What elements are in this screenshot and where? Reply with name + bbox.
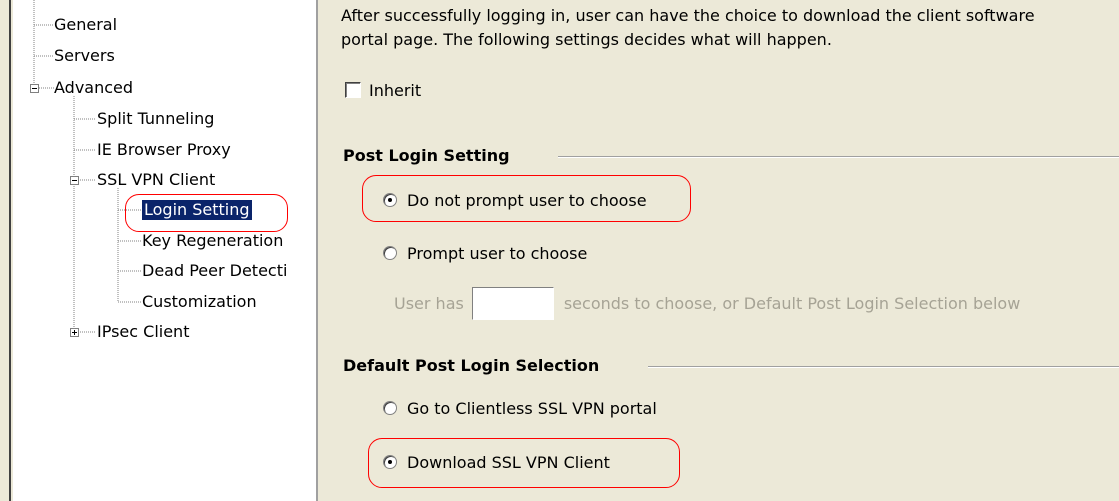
radio-prompt-row[interactable]: Prompt user to choose: [383, 241, 587, 265]
description-line-1: After successfully logging in, user can …: [341, 6, 1035, 25]
tree-item-advanced[interactable]: Advanced: [54, 78, 133, 98]
radio-download-row[interactable]: Download SSL VPN Client: [383, 450, 610, 474]
tree-item-ssl-vpn-client[interactable]: SSL VPN Client: [97, 170, 215, 190]
collapse-icon[interactable]: [70, 176, 79, 185]
radio-do-not-prompt[interactable]: [383, 193, 397, 207]
tree-item-split-tunneling[interactable]: Split Tunneling: [97, 109, 214, 129]
radio-clientless-label: Go to Clientless SSL VPN portal: [407, 398, 657, 418]
radio-do-not-prompt-label: Do not prompt user to choose: [407, 190, 647, 210]
collapse-icon[interactable]: [30, 84, 39, 93]
radio-clientless-row[interactable]: Go to Clientless SSL VPN portal: [383, 396, 657, 420]
tree-item-dead-peer-detection[interactable]: Dead Peer Detecti: [142, 261, 287, 281]
default-post-login-selection-title: Default Post Login Selection: [343, 355, 610, 377]
seconds-row: User has seconds to choose, or Default P…: [394, 285, 1020, 321]
inherit-checkbox-row[interactable]: Inherit: [345, 79, 421, 101]
radio-prompt[interactable]: [383, 246, 397, 260]
settings-tree[interactable]: General Servers Advanced Split Tunneling…: [13, 0, 318, 501]
tree-item-ie-browser-proxy[interactable]: IE Browser Proxy: [97, 140, 231, 160]
tree-item-servers[interactable]: Servers: [54, 46, 115, 66]
radio-clientless[interactable]: [383, 401, 397, 415]
border-line: [9, 0, 11, 501]
radio-download-label: Download SSL VPN Client: [407, 452, 610, 472]
tree-item-key-regeneration[interactable]: Key Regeneration: [142, 231, 283, 251]
settings-panel: After successfully logging in, user can …: [318, 0, 1119, 501]
tree-item-general[interactable]: General: [54, 15, 117, 35]
inherit-label: Inherit: [369, 80, 422, 100]
window-left-border: [0, 0, 12, 501]
description-line-2: portal page. The following settings deci…: [341, 30, 832, 49]
group-divider: [648, 366, 1119, 368]
radio-download[interactable]: [383, 455, 397, 469]
group-divider: [558, 156, 1119, 158]
expand-icon[interactable]: [70, 328, 79, 337]
post-login-setting-title: Post Login Setting: [343, 145, 520, 167]
seconds-suffix-label: seconds to choose, or Default Post Login…: [563, 293, 1021, 313]
tree-item-ipsec-client[interactable]: IPsec Client: [97, 322, 189, 342]
tree-item-login-setting[interactable]: Login Setting: [142, 200, 252, 220]
description-text: After successfully logging in, user can …: [341, 4, 1119, 52]
seconds-prefix-label: User has: [394, 293, 464, 313]
inherit-checkbox[interactable]: [345, 82, 361, 98]
tree-item-customization[interactable]: Customization: [142, 292, 257, 312]
radio-do-not-prompt-row[interactable]: Do not prompt user to choose: [383, 188, 647, 212]
seconds-input[interactable]: [471, 286, 554, 320]
radio-prompt-label: Prompt user to choose: [407, 243, 588, 263]
